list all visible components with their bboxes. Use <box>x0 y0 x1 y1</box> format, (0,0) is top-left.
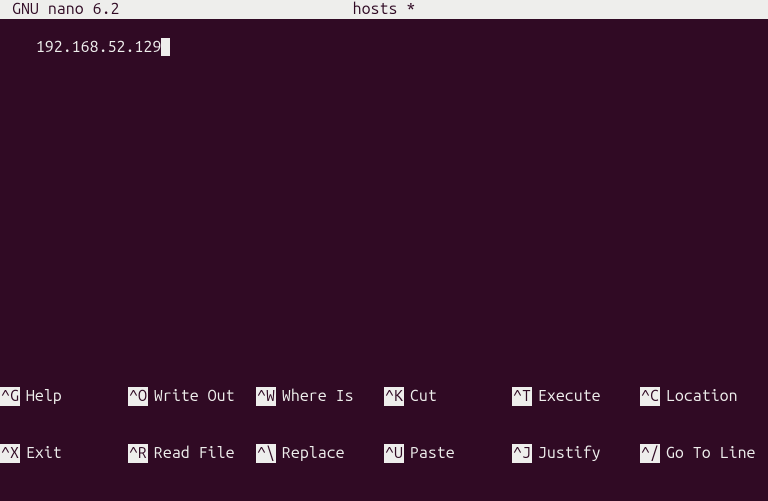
help-shortcut-bar: ^G Help ^O Write Out ^W Where Is ^K Cut … <box>0 349 768 501</box>
shortcut-exit[interactable]: ^X Exit <box>0 444 128 463</box>
shortcut-go-to-line[interactable]: ^/ Go To Line <box>640 444 768 463</box>
title-bar: hosts * GNU nano 6.2 <box>0 0 768 19</box>
shortcut-label: Paste <box>404 444 455 463</box>
shortcut-execute[interactable]: ^T Execute <box>512 387 640 406</box>
open-filename: hosts * <box>0 0 768 19</box>
shortcut-justify[interactable]: ^J Justify <box>512 444 640 463</box>
shortcut-label: Where Is <box>276 387 354 406</box>
shortcut-label: Execute <box>532 387 601 406</box>
shortcut-label: Write Out <box>148 387 235 406</box>
shortcut-help[interactable]: ^G Help <box>0 387 128 406</box>
shortcut-where-is[interactable]: ^W Where Is <box>256 387 384 406</box>
shortcut-label: Go To Line <box>660 444 756 463</box>
help-row-2: ^X Exit ^R Read File ^\ Replace ^U Paste… <box>0 444 768 463</box>
shortcut-label: Location <box>660 387 738 406</box>
shortcut-paste[interactable]: ^U Paste <box>384 444 512 463</box>
key-ctrl-t: ^T <box>512 387 532 406</box>
key-ctrl-j: ^J <box>512 444 532 463</box>
shortcut-write-out[interactable]: ^O Write Out <box>128 387 256 406</box>
shortcut-label: Help <box>20 387 62 406</box>
shortcut-read-file[interactable]: ^R Read File <box>128 444 256 463</box>
shortcut-cut[interactable]: ^K Cut <box>384 387 512 406</box>
editor-content-line: 192.168.52.129 <box>36 38 161 57</box>
key-ctrl-r: ^R <box>128 444 148 463</box>
shortcut-label: Cut <box>404 387 437 406</box>
key-ctrl-k: ^K <box>384 387 404 406</box>
key-ctrl-x: ^X <box>0 444 20 463</box>
key-ctrl-c: ^C <box>640 387 660 406</box>
key-ctrl-u: ^U <box>384 444 404 463</box>
key-ctrl-g: ^G <box>0 387 20 406</box>
shortcut-location[interactable]: ^C Location <box>640 387 768 406</box>
key-ctrl-w: ^W <box>256 387 276 406</box>
nano-editor-screen: hosts * GNU nano 6.2 192.168.52.129 ^G H… <box>0 0 768 501</box>
editor-area[interactable]: 192.168.52.129 <box>0 19 768 349</box>
key-ctrl-slash: ^/ <box>640 444 660 463</box>
key-ctrl-o: ^O <box>128 387 148 406</box>
key-ctrl-backslash: ^\ <box>256 444 276 463</box>
shortcut-label: Read File <box>148 444 235 463</box>
shortcut-replace[interactable]: ^\ Replace <box>256 444 384 463</box>
help-row-1: ^G Help ^O Write Out ^W Where Is ^K Cut … <box>0 387 768 406</box>
shortcut-label: Justify <box>532 444 601 463</box>
shortcut-label: Replace <box>276 444 345 463</box>
shortcut-label: Exit <box>20 444 62 463</box>
text-cursor <box>161 38 170 56</box>
